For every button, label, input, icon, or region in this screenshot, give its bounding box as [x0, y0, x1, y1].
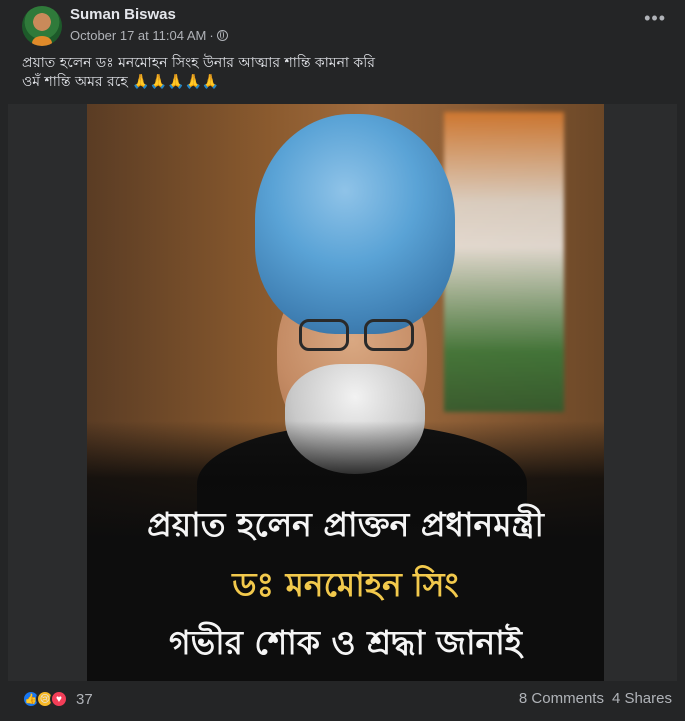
post-timestamp[interactable]: October 17 at 11:04 AM: [70, 28, 206, 43]
facebook-post: Suman Biswas October 17 at 11:04 AM · ••…: [0, 0, 685, 721]
author-avatar[interactable]: [22, 6, 62, 46]
poster-headline-2: ডঃ মনমোহন সিং: [232, 565, 459, 604]
reactions-summary[interactable]: 👍 😢 ♥ 37: [22, 690, 93, 708]
post-header: Suman Biswas October 17 at 11:04 AM · ••…: [22, 5, 672, 49]
poster-headline-3: গভীর শোক ও শ্রদ্ধা জানাই: [169, 623, 522, 662]
engagement-stats: 8 Comments 4 Shares: [519, 690, 672, 707]
glasses-shape: [299, 319, 414, 353]
tribute-poster: প্রয়াত হলেন প্রাক্তন প্রধানমন্ত্রী ডঃ ম…: [87, 104, 604, 681]
post-meta: October 17 at 11:04 AM ·: [70, 28, 228, 43]
post-image[interactable]: প্রয়াত হলেন প্রাক্তন প্রধানমন্ত্রী ডঃ ম…: [8, 104, 677, 681]
turban-shape: [255, 114, 455, 334]
shares-count[interactable]: 4 Shares: [612, 690, 672, 707]
author-name[interactable]: Suman Biswas: [70, 6, 176, 23]
caption-line-1: প্রয়াত হলেন ডঃ মনমোহন সিংহ উনার আত্মার …: [22, 55, 375, 71]
ellipsis-icon[interactable]: •••: [644, 9, 666, 27]
post-caption: প্রয়াত হলেন ডঃ মনমোহন সিংহ উনার আত্মার …: [22, 54, 662, 92]
reaction-count[interactable]: 37: [76, 691, 93, 708]
poster-headline-1: প্রয়াত হলেন প্রাক্তন প্রধানমন্ত্রী: [147, 505, 544, 544]
meta-separator: ·: [209, 28, 214, 43]
caption-line-2: ওমঁ শান্তি অমর রহে 🙏🙏🙏🙏🙏: [22, 74, 220, 90]
comments-count[interactable]: 8 Comments: [519, 690, 604, 707]
globe-icon[interactable]: [216, 30, 228, 41]
post-footer: 👍 😢 ♥ 37 8 Comments 4 Shares: [22, 690, 672, 712]
love-icon: ♥: [50, 690, 68, 708]
